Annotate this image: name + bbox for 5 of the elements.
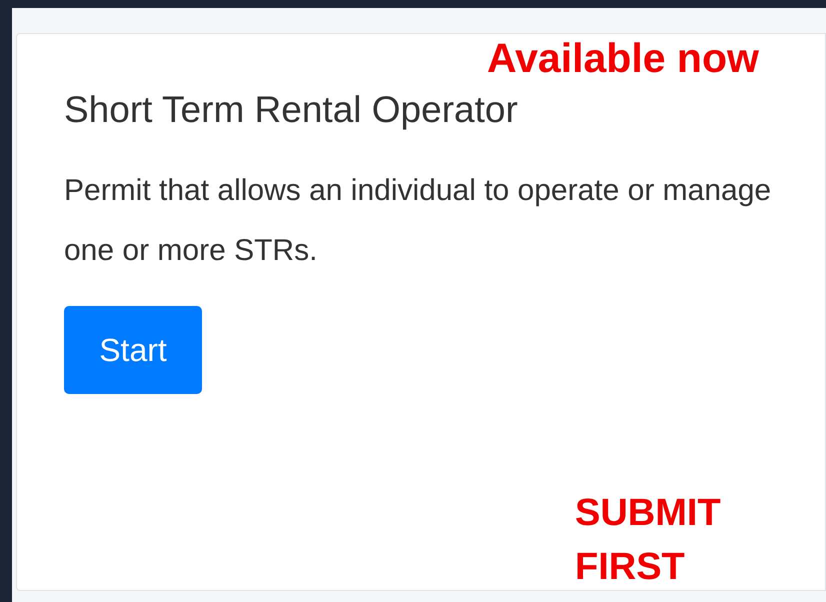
card-description: Permit that allows an individual to operate or manage one or more STRs. [64,173,772,269]
card-title: Short Term Rental Operator [64,88,518,132]
start-button[interactable]: Start [64,306,202,394]
annotation-text: SUBMIT FIRST [575,491,722,590]
annotation-text: Available now [487,34,759,83]
